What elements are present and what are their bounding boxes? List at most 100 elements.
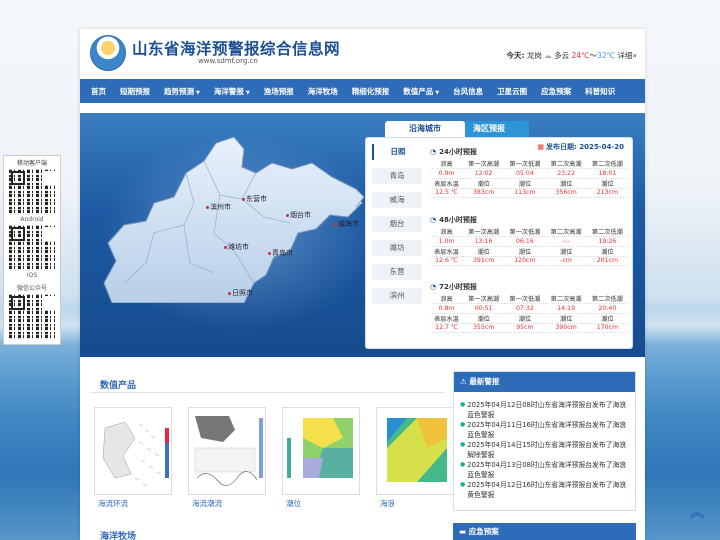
nav-item[interactable]: 趋势预测 ▼: [157, 86, 207, 97]
table-cell: 浪高: [430, 159, 463, 169]
table-cell: 120cm: [504, 256, 546, 266]
alert-item[interactable]: ● 2025年04月13日08时山东省海洋预报台发布了海浪蓝色警报: [460, 460, 631, 480]
nav-item[interactable]: 短期预报: [113, 86, 157, 97]
nav-item[interactable]: 海洋警报 ▼: [207, 86, 257, 97]
alert-item[interactable]: ● 2025年04月12日16时山东省海洋预报台发布了海浪黄色警报: [460, 480, 631, 500]
map-city-label[interactable]: 日照市: [228, 288, 253, 298]
table-cell: 第二次高潮: [545, 294, 587, 304]
city-tab[interactable]: 威海: [372, 192, 422, 208]
ranch-title[interactable]: 海洋牧场: [100, 529, 136, 540]
table-cell: 14:19: [545, 303, 587, 314]
product-label[interactable]: 海浪: [380, 498, 395, 509]
alert-item[interactable]: ● 2025年04月14日15时山东省海洋预报台发布了海浪解除警报: [460, 440, 631, 460]
map-city-label[interactable]: 东营市: [242, 194, 267, 204]
table-cell: 13:16: [463, 236, 505, 247]
city-tab[interactable]: 烟台: [372, 216, 422, 232]
nav-item[interactable]: 数值产品 ▼: [396, 86, 446, 97]
table-cell: -:-: [545, 236, 587, 247]
weather-temp-high: 24℃: [571, 51, 590, 60]
city-tab[interactable]: 滨州: [372, 288, 422, 304]
map-city-label[interactable]: 烟台市: [286, 210, 311, 220]
ios-qr-code[interactable]: [9, 225, 55, 271]
site-title[interactable]: 山东省海洋预警报综合信息网: [132, 37, 340, 59]
product-card[interactable]: 海流潮流: [184, 407, 270, 517]
table-cell: 12:02: [463, 168, 505, 179]
table-cell: 潮位: [545, 178, 587, 189]
nav-item-label: 首页: [91, 86, 106, 96]
city-tab[interactable]: 青岛: [372, 168, 422, 184]
nav-item-label: 卫星云图: [497, 86, 528, 96]
chevron-down-icon: ▼: [196, 89, 200, 96]
table-cell: 潮位: [586, 246, 628, 257]
table-cell: 第一次低潮: [504, 227, 546, 237]
product-label[interactable]: 海流环流: [98, 498, 128, 509]
city-tab[interactable]: 潍坊: [372, 240, 422, 256]
emergency-title[interactable]: 应急预案: [469, 527, 499, 536]
city-list: 日照青岛威海烟台潍坊东营滨州: [372, 144, 422, 312]
table-cell: 19:26: [586, 236, 628, 247]
nav-item[interactable]: 首页: [84, 86, 113, 97]
product-card[interactable]: 海浪: [372, 407, 458, 517]
table-cell: 1.0m: [430, 236, 463, 247]
bullet-icon: ●: [460, 481, 466, 488]
nav-item[interactable]: 卫星云图: [490, 86, 534, 97]
map-city-label[interactable]: 滨州市: [206, 202, 231, 212]
table-row: 浪高 第一次高潮 第一次低潮 第二次高潮 第二次低潮: [430, 227, 628, 237]
forecast-table: 浪高 第一次高潮 第一次低潮 第二次高潮 第二次低潮 0.8m 00:51 07:32 14:1…: [430, 294, 628, 333]
table-cell: 113cm: [504, 188, 546, 198]
nav-item-label: 海洋牧场: [307, 86, 338, 96]
nav-item-label: 趋势预测: [164, 86, 194, 96]
tab-coastal-city[interactable]: 沿海城市: [385, 121, 465, 137]
city-tab[interactable]: 东营: [372, 264, 422, 280]
weather-detail-link[interactable]: 详细»: [617, 51, 637, 60]
cloud-icon: ☁: [544, 51, 552, 60]
product-label[interactable]: 潮位: [286, 498, 301, 509]
nav-item-label: 数值产品: [403, 86, 434, 96]
forecast-block-title-text: 48小时预报: [439, 216, 477, 224]
table-cell: 05:04: [504, 168, 546, 179]
city-tab[interactable]: 日照: [372, 144, 422, 160]
shandong-map[interactable]: [94, 133, 364, 303]
nav-item[interactable]: 台风信息: [446, 86, 490, 97]
map-city-label[interactable]: 潍坊市: [224, 242, 249, 252]
product-label[interactable]: 海流潮流: [192, 498, 222, 509]
forecast-block-title: ◔ 72小时预报: [430, 281, 628, 294]
table-cell: 潮位: [586, 178, 628, 189]
nav-item[interactable]: 应急预案: [534, 86, 578, 97]
site-logo-icon[interactable]: [90, 35, 126, 71]
back-to-top-icon[interactable]: ︽: [690, 506, 704, 520]
table-cell: 第一次高潮: [463, 227, 505, 237]
table-row: 浪高 第一次高潮 第一次低潮 第二次高潮 第二次低潮: [430, 294, 628, 304]
nav-item[interactable]: 海洋牧场: [301, 86, 345, 97]
alert-item[interactable]: ● 2025年04月12日08时山东省海洋预报台发布了海浪蓝色警报: [460, 400, 631, 420]
product-image-wave: [376, 407, 454, 495]
table-cell: 07:32: [504, 303, 546, 314]
product-card[interactable]: 海流环流: [90, 407, 176, 517]
alert-text: 2025年04月12日16时山东省海洋预报台发布了海浪黄色警报: [467, 481, 627, 499]
android-qr-code[interactable]: [9, 169, 55, 215]
product-card[interactable]: 潮位: [278, 407, 364, 517]
alerts-title[interactable]: 最新警报: [469, 377, 499, 386]
table-row: 浪高 第一次高潮 第一次低潮 第二次高潮 第二次低潮: [430, 159, 628, 169]
nav-item[interactable]: 精细化预报: [345, 86, 397, 97]
map-city-label[interactable]: 威海市: [334, 219, 359, 229]
table-cell: 390cm: [545, 323, 587, 333]
products-title[interactable]: 数值产品: [100, 378, 136, 391]
forecast-block-title-text: 24小时预报: [439, 148, 477, 156]
nav-item[interactable]: 渔场预报: [257, 86, 301, 97]
table-cell: 第二次低潮: [586, 227, 628, 237]
wechat-qr-code[interactable]: [9, 294, 55, 340]
table-cell: 潮位: [463, 246, 505, 257]
map-city-label[interactable]: 青岛市: [268, 248, 293, 258]
table-cell: 391cm: [463, 256, 505, 266]
weather-temp-sep: ～: [589, 51, 598, 60]
site-header: 山东省海洋预警报综合信息网 www.sdmf.org.cn 今天: 龙岗 ☁ 多…: [80, 29, 645, 77]
alert-text: 2025年04月13日08时山东省海洋预报台发布了海浪蓝色警报: [467, 461, 627, 479]
alert-item[interactable]: ● 2025年04月11日16时山东省海洋预报台发布了海浪蓝色警报: [460, 420, 631, 440]
nav-item[interactable]: 科普知识: [578, 86, 622, 97]
alert-text: 2025年04月14日15时山东省海洋预报台发布了海浪解除警报: [467, 441, 627, 459]
forecast-block-title-text: 72小时预报: [439, 283, 477, 291]
nav-item-label: 台风信息: [453, 86, 484, 96]
table-cell: 第二次低潮: [586, 294, 628, 304]
table-cell: 0.9m: [430, 168, 463, 179]
